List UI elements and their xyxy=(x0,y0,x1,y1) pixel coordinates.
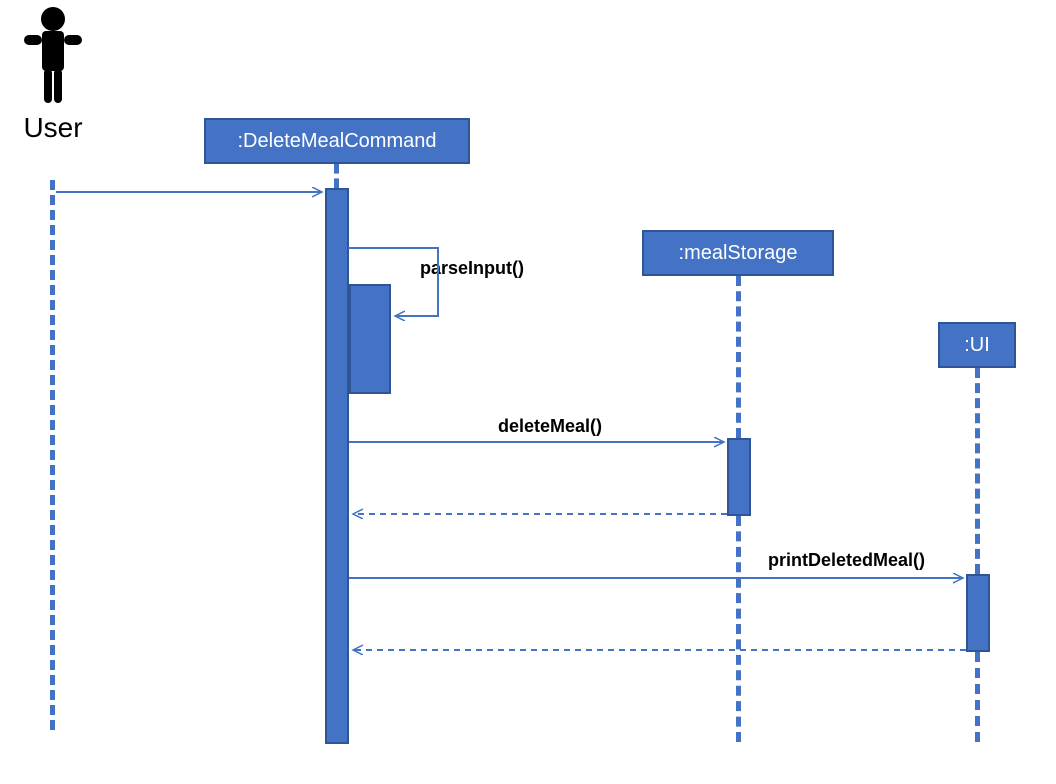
message-parse-input: parseInput() xyxy=(420,258,524,279)
lifeline-dmc xyxy=(334,164,339,188)
message-print-deleted-meal: printDeletedMeal() xyxy=(768,550,925,571)
message-delete-meal: deleteMeal() xyxy=(498,416,602,437)
participant-delete-meal-command: :DeleteMealCommand xyxy=(204,118,470,164)
participant-label: :mealStorage xyxy=(679,242,798,265)
actor-icon xyxy=(18,5,88,115)
participant-ui: :UI xyxy=(938,322,1016,368)
participant-meal-storage: :mealStorage xyxy=(642,230,834,276)
activation-meal-storage xyxy=(727,438,751,516)
activation-parse-input xyxy=(349,284,391,394)
activation-ui xyxy=(966,574,990,652)
lifeline-ui-a xyxy=(975,368,980,574)
activation-dmc xyxy=(325,188,349,744)
lifeline-user xyxy=(50,180,55,730)
actor-label: User xyxy=(18,112,88,144)
lifeline-meal-storage-b xyxy=(736,516,741,742)
participant-label: :UI xyxy=(964,334,990,357)
participant-label: :DeleteMealCommand xyxy=(238,130,437,153)
lifeline-ui-b xyxy=(975,652,980,742)
lifeline-meal-storage-a xyxy=(736,276,741,438)
sequence-diagram: User :DeleteMealCommand :mealStorage :UI… xyxy=(0,0,1056,784)
arrows-overlay xyxy=(0,0,1056,784)
